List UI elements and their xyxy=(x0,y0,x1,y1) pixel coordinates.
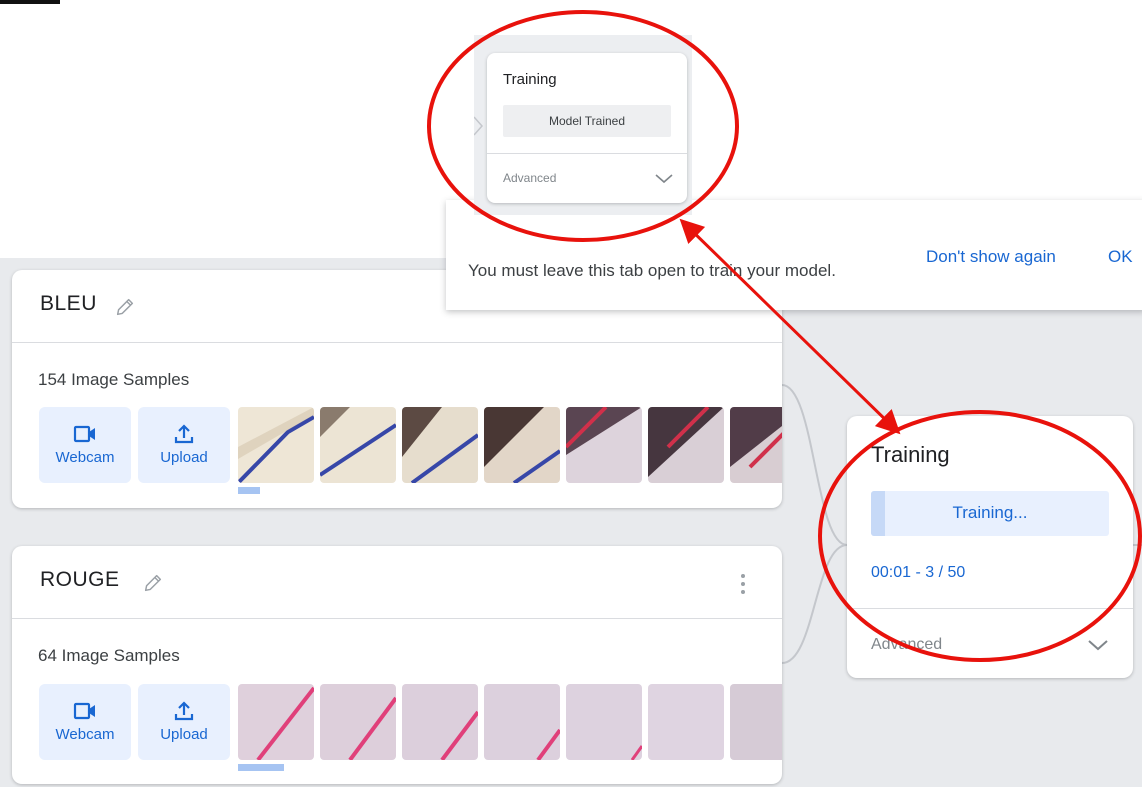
scroll-indicator xyxy=(238,487,260,494)
sample-thumbnail[interactable] xyxy=(730,684,782,760)
inset-connector xyxy=(474,116,484,136)
sample-thumbnail[interactable] xyxy=(402,407,478,483)
upload-icon xyxy=(174,424,194,444)
inset-title: Training xyxy=(503,71,557,88)
training-toast: You must leave this tab open to train yo… xyxy=(446,200,1142,310)
scroll-indicator xyxy=(238,764,284,771)
pencil-icon[interactable] xyxy=(114,296,136,318)
advanced-toggle[interactable]: Advanced xyxy=(871,636,942,654)
chevron-down-icon[interactable] xyxy=(655,173,673,184)
sample-thumbnail[interactable] xyxy=(320,407,396,483)
training-panel: Training Training... 00:01 - 3 / 50 Adva… xyxy=(847,416,1133,678)
class-name[interactable]: ROUGE xyxy=(40,568,120,592)
class-card-header: ROUGE xyxy=(12,546,782,619)
dont-show-again-button[interactable]: Don't show again xyxy=(926,247,1056,267)
inset-training-panel: Training Model Trained Advanced xyxy=(487,53,687,203)
webcam-icon xyxy=(73,425,95,443)
pencil-icon[interactable] xyxy=(142,572,164,594)
sample-thumbnail[interactable] xyxy=(320,684,396,760)
card-divider xyxy=(487,153,687,154)
toast-message: You must leave this tab open to train yo… xyxy=(468,261,836,280)
sample-thumbnail[interactable] xyxy=(238,684,314,760)
webcam-label: Webcam xyxy=(55,726,115,743)
training-progress-button[interactable]: Training... xyxy=(871,491,1109,536)
upload-button[interactable]: Upload xyxy=(138,684,230,760)
sample-thumbnail[interactable] xyxy=(730,407,782,483)
inset-advanced-toggle[interactable]: Advanced xyxy=(503,171,556,185)
model-trained-status: Model Trained xyxy=(503,105,671,137)
sample-thumbnail[interactable] xyxy=(238,407,314,483)
sample-thumbnail[interactable] xyxy=(484,407,560,483)
upload-icon xyxy=(174,701,194,721)
samples-count: 154 Image Samples xyxy=(38,370,190,389)
epoch-counter: 00:01 - 3 / 50 xyxy=(871,564,966,581)
training-progress-label: Training... xyxy=(952,503,1028,522)
class-name[interactable]: BLEU xyxy=(40,292,97,316)
webcam-icon xyxy=(73,702,95,720)
sample-thumbnail[interactable] xyxy=(566,407,642,483)
sample-thumbnail[interactable] xyxy=(648,407,724,483)
training-title: Training xyxy=(871,442,950,467)
upload-button[interactable]: Upload xyxy=(138,407,230,483)
card-divider xyxy=(847,608,1133,609)
class-card-rouge: ROUGE 64 Image Samples Webcam Upload xyxy=(12,546,782,784)
sample-thumbnail[interactable] xyxy=(648,684,724,760)
webcam-label: Webcam xyxy=(55,449,115,466)
upload-label: Upload xyxy=(160,449,208,466)
more-options-icon[interactable] xyxy=(740,572,746,596)
sample-thumbnail[interactable] xyxy=(402,684,478,760)
upload-label: Upload xyxy=(160,726,208,743)
chevron-down-icon[interactable] xyxy=(1087,638,1109,652)
webcam-button[interactable]: Webcam xyxy=(39,407,131,483)
webcam-button[interactable]: Webcam xyxy=(39,684,131,760)
top-edge-bar xyxy=(0,0,60,4)
sample-thumbnail[interactable] xyxy=(566,684,642,760)
ok-button[interactable]: OK xyxy=(1108,247,1133,267)
sample-thumbnail[interactable] xyxy=(484,684,560,760)
samples-count: 64 Image Samples xyxy=(38,646,180,665)
